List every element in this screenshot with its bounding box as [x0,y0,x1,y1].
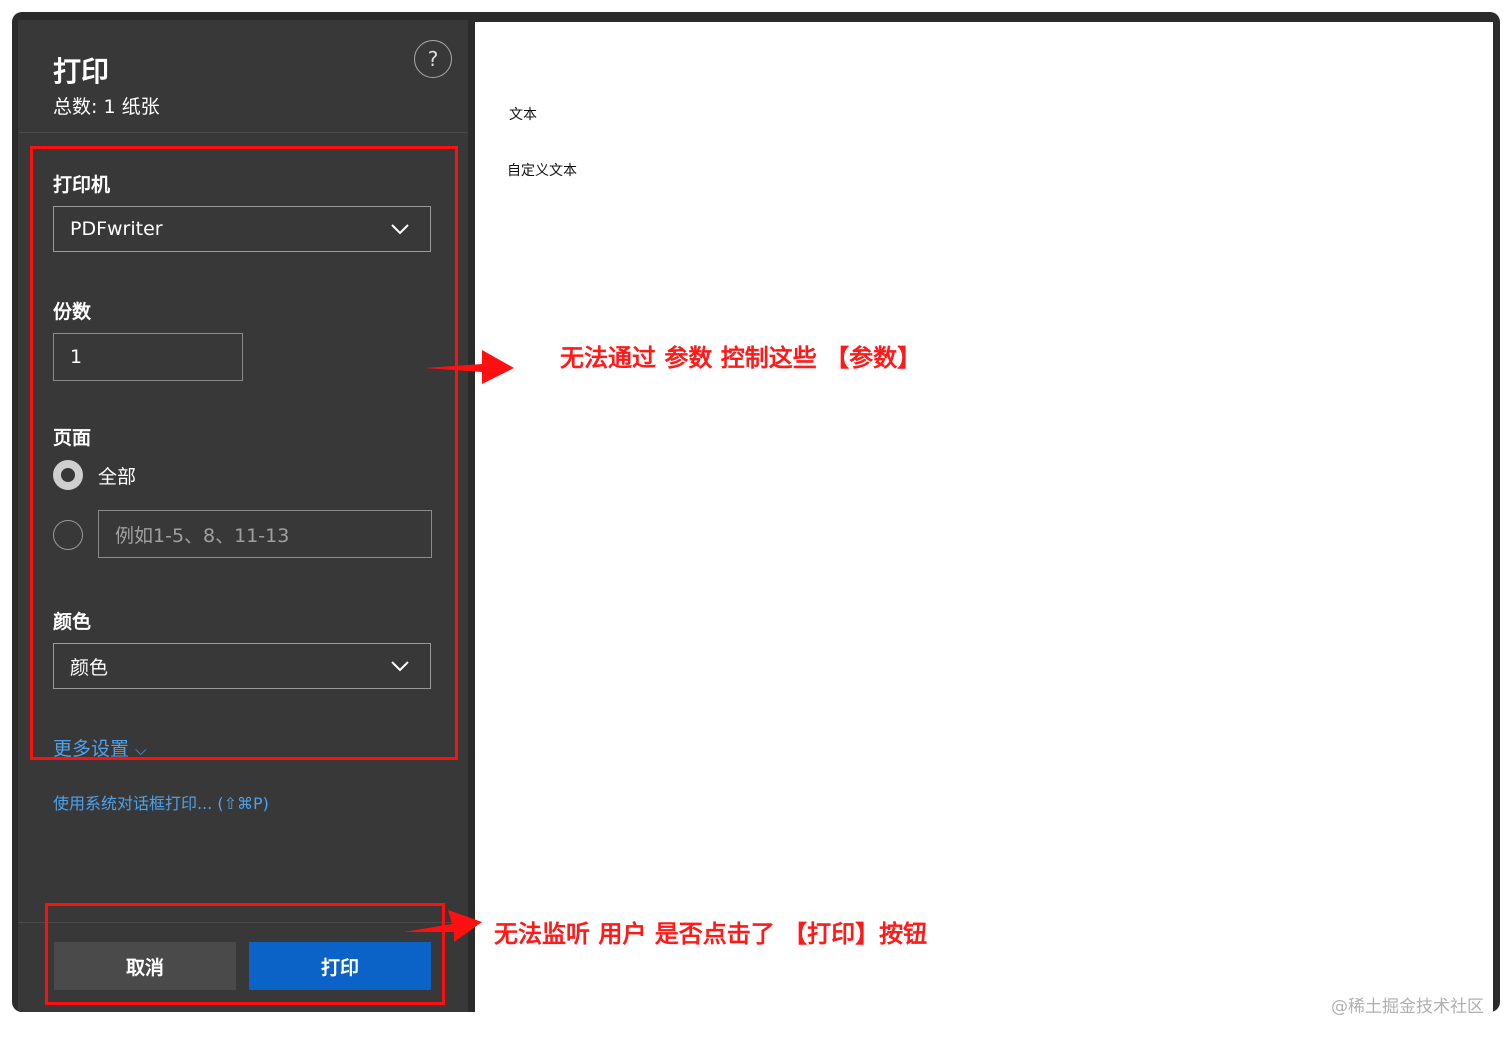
preview-text-line: 自定义文本 [507,163,577,179]
system-dialog-link[interactable]: 使用系统对话框打印... (⇧⌘P) [53,790,269,814]
help-icon[interactable]: ? [414,40,452,78]
page-count: 总数: 1 纸张 [53,96,160,118]
preview-text-line: 文本 [509,107,537,123]
watermark: @稀土掘金技术社区 [1331,997,1484,1017]
arrow-icon [404,910,482,942]
settings-highlight-box [30,146,458,760]
arrow-icon [424,350,514,384]
annotation-params: 无法通过 参数 控制这些 【参数】 [560,344,922,372]
header-divider [18,132,468,133]
annotation-print-button: 无法监听 用户 是否点击了 【打印】按钮 [494,920,928,948]
buttons-highlight-box [45,903,445,1005]
dialog-title: 打印 [53,55,110,88]
print-preview: 文本 自定义文本 [475,22,1493,1012]
